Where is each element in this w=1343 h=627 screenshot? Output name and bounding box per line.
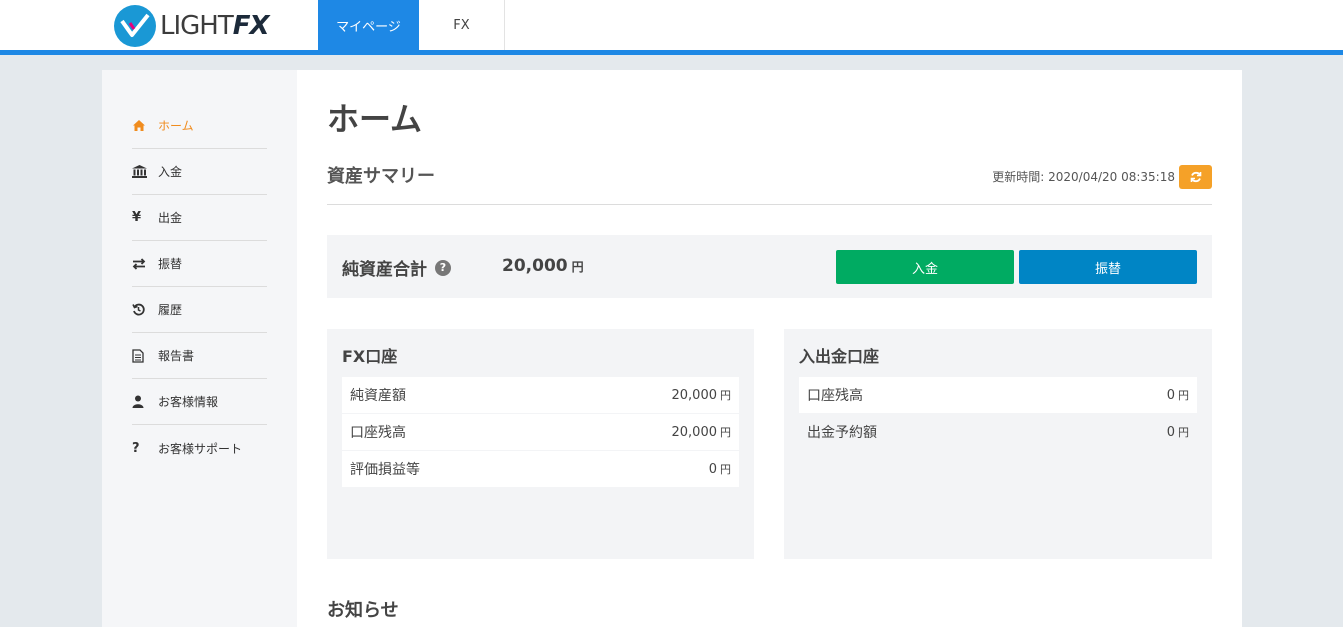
sidebar-item-home[interactable]: ホーム bbox=[132, 103, 267, 149]
updated-time: 更新時間: 2020/04/20 08:35:18 bbox=[992, 170, 1175, 184]
news-title: お知らせ bbox=[327, 600, 399, 621]
sidebar-item-label: 出金 bbox=[158, 211, 183, 225]
transfer-icon bbox=[132, 257, 158, 270]
main-content: ホーム 資産サマリー 更新時間: 2020/04/20 08:35:18 純資産… bbox=[297, 70, 1242, 627]
yen-icon: ¥ bbox=[132, 210, 142, 225]
refresh-icon bbox=[1190, 168, 1202, 187]
fx-row-pnl: 評価損益等 0円 bbox=[342, 451, 739, 487]
sidebar-item-history[interactable]: 履歴 bbox=[132, 287, 267, 333]
bank-account-card: 入出金口座 口座残高 0円 出金予約額 0円 bbox=[784, 329, 1212, 559]
sidebar-item-deposit[interactable]: 入金 bbox=[132, 149, 267, 195]
tab-fx[interactable]: FX bbox=[419, 0, 505, 50]
sidebar-item-label: ホーム bbox=[158, 119, 194, 133]
sidebar-item-label: お客様情報 bbox=[158, 395, 219, 409]
deposit-button[interactable]: 入金 bbox=[836, 250, 1014, 284]
sidebar-item-label: 報告書 bbox=[158, 349, 195, 363]
sidebar-item-label: お客様サポート bbox=[158, 441, 243, 456]
logo[interactable]: LIGHTFX bbox=[114, 4, 270, 48]
fx-account-title: FX口座 bbox=[342, 347, 398, 366]
net-assets-panel: 純資産合計 ? 20,000 円 入金 振替 bbox=[327, 235, 1212, 298]
bank-row-balance: 口座残高 0円 bbox=[799, 377, 1197, 413]
user-icon bbox=[132, 395, 158, 408]
bank-row-withdraw-reserved: 出金予約額 0円 bbox=[807, 425, 1189, 441]
divider bbox=[327, 204, 1212, 205]
question-icon: ? bbox=[132, 440, 140, 456]
page-title: ホーム bbox=[327, 100, 423, 138]
net-assets-value: 20,000 円 bbox=[502, 256, 584, 276]
help-icon[interactable]: ? bbox=[435, 259, 451, 276]
history-icon bbox=[132, 303, 158, 316]
sidebar: ホーム 入金 ¥ 出金 振替 履歴 報告書 お客様情報 ? お客様サポート bbox=[102, 70, 297, 627]
home-icon bbox=[132, 119, 158, 132]
refresh-button[interactable] bbox=[1179, 165, 1212, 189]
header-accent-line bbox=[0, 50, 1343, 55]
sidebar-item-reports[interactable]: 報告書 bbox=[132, 333, 267, 379]
bank-account-title: 入出金口座 bbox=[799, 347, 880, 366]
tab-mypage[interactable]: マイページ bbox=[318, 0, 419, 50]
logo-icon bbox=[114, 5, 156, 47]
sidebar-item-label: 履歴 bbox=[158, 303, 183, 317]
transfer-button[interactable]: 振替 bbox=[1019, 250, 1197, 284]
sidebar-item-label: 入金 bbox=[158, 165, 183, 179]
fx-row-net-assets: 純資産額 20,000 円 bbox=[342, 377, 739, 413]
sidebar-item-label: 振替 bbox=[158, 257, 183, 271]
top-header: LIGHTFX マイページ FX bbox=[0, 0, 1343, 50]
fx-account-card: FX口座 純資産額 20,000 円 口座残高 20,000 円 評価損益等 0円 bbox=[327, 329, 754, 559]
sidebar-item-withdraw[interactable]: ¥ 出金 bbox=[132, 195, 267, 241]
sidebar-item-transfer[interactable]: 振替 bbox=[132, 241, 267, 287]
sidebar-item-customer-info[interactable]: お客様情報 bbox=[132, 379, 267, 425]
logo-text: LIGHTFX bbox=[160, 11, 270, 41]
asset-summary-title: 資産サマリー bbox=[327, 166, 435, 187]
sidebar-item-support[interactable]: ? お客様サポート bbox=[132, 425, 267, 471]
bank-icon bbox=[132, 165, 158, 178]
net-assets-label: 純資産合計 ? bbox=[342, 255, 451, 280]
fx-row-balance: 口座残高 20,000 円 bbox=[342, 414, 739, 450]
document-icon bbox=[132, 348, 158, 363]
